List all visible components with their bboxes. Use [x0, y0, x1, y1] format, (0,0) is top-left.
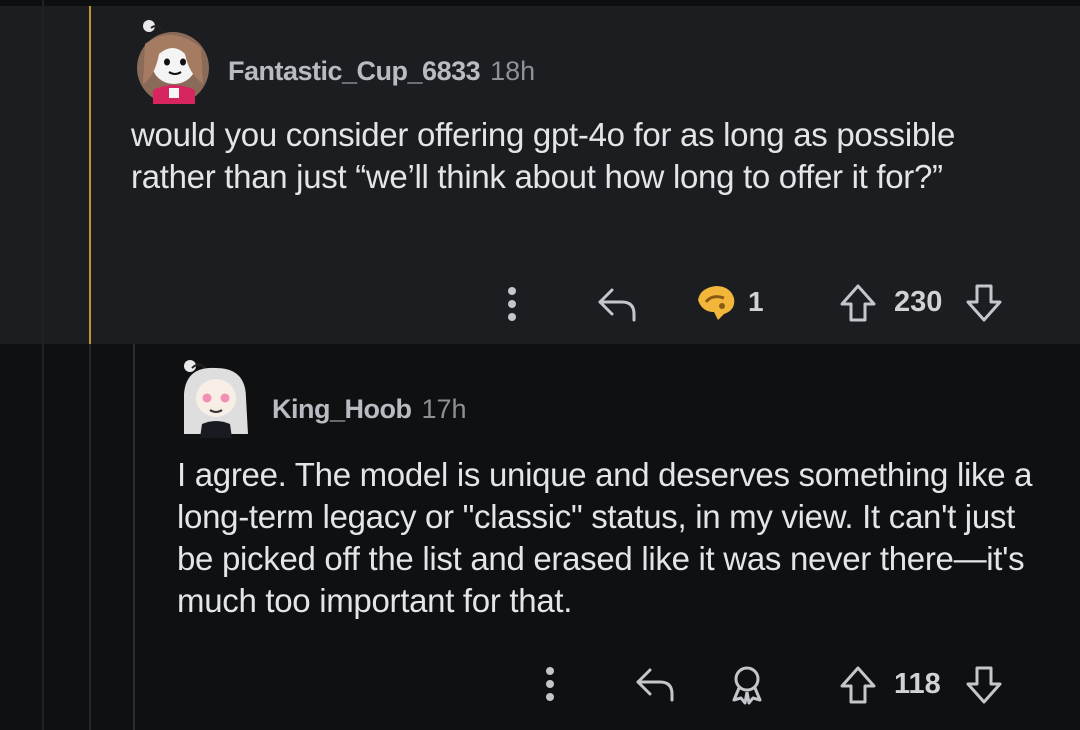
timestamp: 17h [421, 394, 467, 424]
reply-icon[interactable] [634, 664, 676, 704]
thread-line-root-lower[interactable] [42, 344, 44, 730]
upvote-icon[interactable] [838, 282, 878, 324]
timestamp: 18h [490, 56, 536, 86]
reply-icon[interactable] [596, 284, 638, 324]
comment-meta: Fantastic_Cup_6833 18h [228, 56, 535, 87]
vote-score: 230 [894, 286, 943, 318]
vote-score: 118 [894, 668, 941, 700]
username-link[interactable]: Fantastic_Cup_6833 [228, 56, 481, 86]
username-link[interactable]: King_Hoob [272, 394, 412, 424]
thread-line-highlight[interactable] [89, 6, 91, 344]
award-icon[interactable] [694, 280, 738, 324]
downvote-icon[interactable] [964, 664, 1004, 706]
downvote-icon[interactable] [964, 282, 1004, 324]
award-count: 1 [748, 286, 764, 317]
comment-text: I agree. The model is unique and deserve… [177, 456, 1033, 619]
award-icon[interactable] [726, 662, 768, 706]
upvote-icon[interactable] [838, 664, 878, 706]
thread-line-parent[interactable] [89, 344, 91, 730]
more-icon[interactable] [538, 664, 562, 704]
more-icon[interactable] [500, 284, 524, 324]
user-avatar[interactable] [180, 360, 250, 440]
comment-meta: King_Hoob 17h [272, 394, 467, 425]
user-avatar[interactable] [135, 20, 213, 106]
thread-line-child[interactable] [133, 344, 135, 730]
comment-text: would you consider offering gpt-4o for a… [131, 116, 956, 195]
